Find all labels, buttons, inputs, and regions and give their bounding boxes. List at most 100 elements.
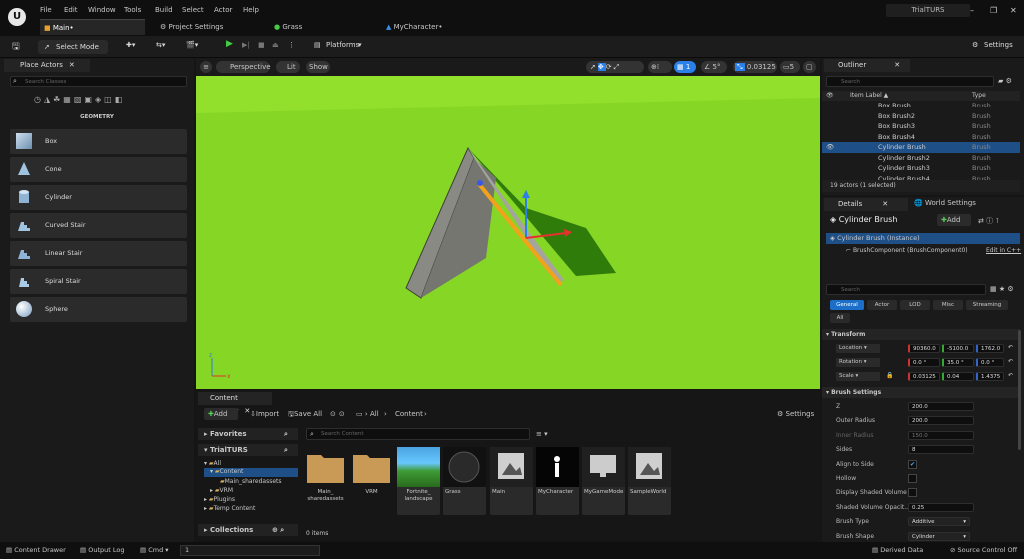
close-icon[interactable]: ✕: [1010, 6, 1017, 15]
asset-fortnite-landscape[interactable]: Fortnite_ landscape: [397, 447, 440, 515]
place-cylinder[interactable]: Cylinder: [10, 185, 187, 210]
property-field[interactable]: 200.0: [908, 416, 974, 426]
search-content-input[interactable]: Search Content: [306, 428, 530, 440]
filter-lod[interactable]: LOD: [900, 300, 930, 310]
reset-rotation-icon[interactable]: ↶: [1008, 358, 1013, 365]
rotation-z-field[interactable]: 0.0 °: [976, 358, 1004, 367]
filter-icon[interactable]: ≡ ▾: [536, 430, 548, 438]
tree-plugins[interactable]: ▸ ▰Plugins: [204, 496, 235, 503]
outliner-row[interactable]: Cylinder Brush3 Brush: [822, 163, 1020, 174]
close-tab-icon[interactable]: ✕: [69, 61, 75, 69]
edit-in-cpp-link[interactable]: Edit in C++: [986, 247, 1021, 254]
location-dropdown[interactable]: Location ▾: [836, 344, 880, 353]
content-drawer-button[interactable]: ▤ Content Drawer: [6, 542, 66, 559]
import-button[interactable]: ⇩Import: [250, 410, 279, 418]
add-collection-icon[interactable]: ⊕ ⌕: [272, 524, 284, 536]
cinematics-icon[interactable]: 🎬▾: [186, 41, 198, 49]
add-actor-icon[interactable]: ✚▾: [126, 41, 135, 49]
property-checkbox[interactable]: ✔: [908, 459, 917, 469]
details-scrollbar[interactable]: [1018, 330, 1021, 450]
tab-main[interactable]: ■ Main•: [40, 19, 145, 35]
component-instance[interactable]: ◈ Cylinder Brush (Instance): [826, 233, 1020, 244]
place-curved-stair[interactable]: Curved Stair: [10, 213, 187, 238]
filter-streaming[interactable]: Streaming: [966, 300, 1008, 310]
lit-button[interactable]: Lit: [276, 61, 300, 73]
property-checkbox[interactable]: [908, 474, 917, 483]
rotation-dropdown[interactable]: Rotation ▾: [836, 358, 880, 367]
save-all-button[interactable]: 🖫Save All: [288, 410, 322, 421]
reset-scale-icon[interactable]: ↶: [1008, 372, 1013, 379]
settings-button[interactable]: Settings: [984, 41, 1013, 49]
chevron-down-icon[interactable]: ▾: [358, 41, 362, 49]
world-local-icon[interactable]: ⊕⁞: [648, 61, 672, 73]
asset-grass[interactable]: Grass: [443, 447, 486, 515]
tree-vrm[interactable]: ▸ ▰VRM: [210, 487, 233, 494]
details-options-icons[interactable]: ▦ ★ ⚙: [990, 285, 1014, 293]
search-icon[interactable]: ⌕: [284, 444, 288, 456]
world-settings-tab[interactable]: 🌐 World Settings: [914, 199, 976, 207]
outliner-options-icons[interactable]: ▰ ⚙: [998, 77, 1012, 85]
menu-edit[interactable]: Edit: [64, 6, 78, 14]
angle-snap-button[interactable]: ∠ 5°: [701, 61, 727, 73]
step-icon[interactable]: ▶|: [242, 41, 250, 49]
reset-location-icon[interactable]: ↶: [1008, 344, 1013, 351]
project-header[interactable]: ▾ TrialTURS ⌕: [198, 444, 298, 456]
unreal-logo-icon[interactable]: U: [8, 8, 26, 26]
property-field[interactable]: 0.25: [908, 502, 974, 512]
more-options-icon[interactable]: ⋮: [288, 41, 295, 49]
close-tab-icon[interactable]: ✕: [894, 61, 900, 69]
blueprint-menu-icon[interactable]: ⇆▾: [156, 41, 165, 49]
path-content[interactable]: Content: [395, 410, 423, 418]
location-y-field[interactable]: -5100.0: [942, 344, 974, 353]
history-nav-icons[interactable]: ⊙⊙: [330, 410, 348, 418]
scale-snap-button[interactable]: ⤡ 0.03125: [733, 61, 777, 73]
category-icons[interactable]: ◷◮☘▦▧▣◈◫◧: [34, 95, 164, 107]
select-mode-dropdown[interactable]: ➚ Select Mode: [38, 40, 108, 54]
tab-grass[interactable]: ● Grass: [270, 19, 370, 35]
tree-content[interactable]: ▾ ▰Content: [204, 468, 298, 477]
path-all[interactable]: All: [370, 410, 379, 418]
save-icon[interactable]: 🖫: [12, 39, 20, 55]
tree-all[interactable]: ▾ ▰All: [204, 460, 221, 467]
close-tab-icon[interactable]: ✕: [882, 200, 888, 208]
asset-mygamemode[interactable]: MyGameMode: [582, 447, 625, 515]
tab-project-settings[interactable]: ⚙ Project Settings: [156, 19, 256, 35]
menu-actor[interactable]: Actor: [214, 6, 232, 14]
maximize-icon[interactable]: ❐: [990, 6, 997, 15]
place-linear-stair[interactable]: Linear Stair: [10, 241, 187, 266]
stop-icon[interactable]: ■: [258, 41, 265, 49]
camera-speed-button[interactable]: ▭5: [780, 61, 800, 73]
details-layout-icons[interactable]: ⇄ ⓘ ⊺: [978, 216, 999, 226]
outliner-tab[interactable]: Outliner ✕: [824, 59, 910, 72]
minimize-icon[interactable]: –: [970, 6, 974, 15]
filter-misc[interactable]: Misc: [933, 300, 963, 310]
outliner-row[interactable]: Box Brush Brush: [822, 101, 1020, 107]
show-button[interactable]: Show: [306, 61, 330, 73]
add-button[interactable]: ✚Add: [204, 408, 238, 420]
scale-x-field[interactable]: 0.03125: [908, 372, 940, 381]
filter-all[interactable]: All: [830, 313, 850, 323]
filter-general[interactable]: General: [830, 300, 864, 310]
menu-help[interactable]: Help: [243, 6, 259, 14]
place-actors-tab[interactable]: Place Actors ✕: [4, 59, 90, 72]
maximize-viewport-icon[interactable]: ▢: [803, 61, 816, 73]
column-item-label[interactable]: Item Label ▲: [850, 91, 888, 101]
property-dropdown[interactable]: Cylinder ▾: [908, 531, 970, 541]
menu-select[interactable]: Select: [182, 6, 204, 14]
location-z-field[interactable]: 1762.0: [976, 344, 1004, 353]
search-icon[interactable]: ⌕: [284, 428, 288, 440]
menu-window[interactable]: Window: [88, 6, 116, 14]
place-cone[interactable]: Cone: [10, 157, 187, 182]
property-checkbox[interactable]: [908, 488, 917, 498]
derived-data-button[interactable]: ▤ Derived Data: [872, 542, 923, 559]
asset-main-sharedassets[interactable]: Main_ sharedassets: [304, 447, 347, 515]
menu-tools[interactable]: Tools: [124, 6, 141, 14]
eject-icon[interactable]: ⏏: [272, 41, 279, 49]
location-x-field[interactable]: 90360.0: [908, 344, 940, 353]
transform-tools[interactable]: ➚✥⟳⤢: [586, 61, 644, 73]
cmd-dropdown[interactable]: ▤ Cmd ▾: [140, 542, 169, 559]
rotation-x-field[interactable]: 0.0 °: [908, 358, 940, 367]
settings-button[interactable]: ⚙ Settings: [777, 410, 814, 418]
property-field[interactable]: 200.0: [908, 402, 974, 411]
outliner-row[interactable]: Box Brush3 Brush: [822, 121, 1020, 132]
